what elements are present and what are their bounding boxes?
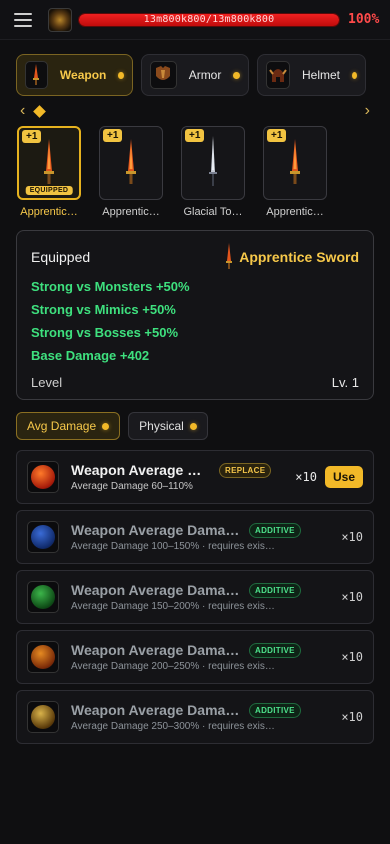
item-name: Glacial To…	[183, 206, 243, 218]
list-item[interactable]: Weapon Average Damage… ADDITIVE Average …	[16, 510, 374, 564]
tab-weapon[interactable]: Weapon	[16, 54, 133, 96]
hp-text: 13m800k800/13m800k800	[143, 14, 275, 25]
orb	[31, 705, 55, 729]
level-label: Level	[31, 375, 63, 390]
item-grid: +1 EQUIPPED Apprentic… +1 Apprentic… +1 …	[0, 126, 390, 218]
item-subtitle: Average Damage 60–110%	[71, 481, 193, 492]
item-count: ×10	[341, 530, 363, 544]
additive-tag: ADDITIVE	[249, 582, 301, 598]
armor-icon	[150, 61, 177, 89]
additive-tag: ADDITIVE	[249, 702, 301, 718]
item-name: Apprentic…	[20, 206, 78, 218]
equipment-tabs: Weapon Armor Helmet	[0, 40, 390, 96]
equipped-item-name: Apprentice Sword	[239, 249, 359, 265]
orb	[31, 465, 55, 489]
tab-label: Weapon	[59, 68, 107, 82]
item-subtitle: Average Damage 100–150% · requires exis…	[71, 541, 275, 552]
item-title: Weapon Average Damage…	[71, 642, 241, 658]
list-item[interactable]: Weapon Average Damage… ADDITIVE Average …	[16, 690, 374, 744]
item-slot[interactable]: +1	[99, 126, 163, 200]
sword-icon	[25, 61, 48, 89]
additive-tag: ADDITIVE	[249, 522, 301, 538]
chevron-left-icon[interactable]: ‹	[20, 103, 25, 119]
replace-tag: REPLACE	[219, 462, 272, 478]
item-count: ×10	[341, 650, 363, 664]
item-subtitle: Average Damage 200–250% · requires exis…	[71, 661, 275, 672]
upgrade-badge: +1	[103, 129, 123, 142]
tab-label: Helmet	[302, 68, 341, 82]
red-orb-icon	[27, 461, 59, 493]
item-title: Weapon Average Damage…	[71, 702, 241, 718]
item-card[interactable]: +1 Apprentic…	[262, 126, 328, 218]
item-count: ×10	[341, 710, 363, 724]
gold-orb-icon	[27, 701, 59, 733]
list-item[interactable]: Weapon Average Da… REPLACE Average Damag…	[16, 450, 374, 504]
filter-physical[interactable]: Physical	[128, 412, 208, 440]
tab-helmet[interactable]: Helmet	[257, 54, 366, 96]
fire-sword-icon	[226, 243, 233, 269]
level-value: Lv. 1	[331, 375, 359, 390]
blue-orb-icon	[27, 521, 59, 553]
notification-dot	[233, 71, 240, 79]
notification-dot	[102, 422, 110, 430]
notification-dot	[352, 71, 357, 79]
avatar[interactable]	[48, 7, 72, 32]
stat-line: Strong vs Bosses +50%	[31, 325, 179, 340]
filter-bar: Avg Damage Physical	[0, 400, 390, 440]
item-count: ×10	[341, 590, 363, 604]
item-title: Weapon Average Da…	[71, 462, 211, 478]
hp-bar: 13m800k800/13m800k800	[78, 12, 340, 27]
equipped-title: Equipped	[31, 249, 91, 265]
item-card[interactable]: +1 EQUIPPED Apprentic…	[16, 126, 82, 218]
orb	[31, 525, 55, 549]
item-name: Apprentic…	[102, 206, 160, 218]
item-pager: ‹ ›	[0, 96, 390, 126]
additive-tag: ADDITIVE	[249, 642, 301, 658]
item-count: ×10	[295, 470, 317, 484]
item-title: Weapon Average Damage…	[71, 582, 241, 598]
item-slot[interactable]: +1 EQUIPPED	[17, 126, 81, 200]
hp-percent: 100%	[348, 12, 380, 27]
filter-avg-damage[interactable]: Avg Damage	[16, 412, 121, 440]
item-card[interactable]: +1 Glacial To…	[180, 126, 246, 218]
item-subtitle: Average Damage 150–200% · requires exis…	[71, 601, 275, 612]
notification-dot	[118, 71, 124, 79]
ice-sword-icon	[209, 136, 217, 186]
equipped-panel: Equipped Apprentice Sword Strong vs Mons…	[16, 230, 374, 400]
equipped-badge: EQUIPPED	[25, 186, 73, 195]
page-indicator-diamond	[33, 104, 47, 118]
orange-orb-icon	[27, 641, 59, 673]
orb	[31, 645, 55, 669]
green-orb-icon	[27, 581, 59, 613]
use-button[interactable]: Use	[324, 466, 363, 488]
upgrade-badge: +1	[185, 129, 205, 142]
item-subtitle: Average Damage 250–300% · requires exis…	[71, 721, 275, 732]
tab-armor[interactable]: Armor	[141, 54, 249, 96]
item-slot[interactable]: +1	[263, 126, 327, 200]
upgrade-badge: +1	[22, 130, 42, 143]
orb	[31, 585, 55, 609]
list-item[interactable]: Weapon Average Damage… ADDITIVE Average …	[16, 570, 374, 624]
enhancement-list: Weapon Average Da… REPLACE Average Damag…	[0, 440, 390, 744]
stat-line: Strong vs Mimics +50%	[31, 302, 176, 317]
list-item[interactable]: Weapon Average Damage… ADDITIVE Average …	[16, 630, 374, 684]
stat-line: Strong vs Monsters +50%	[31, 279, 190, 294]
hamburger-menu-icon[interactable]	[14, 12, 32, 27]
item-title: Weapon Average Damage…	[71, 522, 241, 538]
filter-label: Physical	[139, 419, 184, 433]
fire-sword-icon	[290, 139, 300, 184]
item-slot[interactable]: +1	[181, 126, 245, 200]
notification-dot	[189, 422, 197, 430]
item-name: Apprentic…	[266, 206, 324, 218]
helmet-icon	[266, 61, 290, 89]
top-bar: 13m800k800/13m800k800 100%	[0, 0, 390, 40]
fire-sword-icon	[44, 139, 54, 184]
item-card[interactable]: +1 Apprentic…	[98, 126, 164, 218]
upgrade-badge: +1	[267, 129, 287, 142]
stat-line: Base Damage +402	[31, 348, 150, 363]
tab-label: Armor	[188, 68, 222, 82]
chevron-right-icon[interactable]: ›	[365, 103, 370, 119]
fire-sword-icon	[126, 139, 136, 184]
filter-label: Avg Damage	[27, 419, 97, 433]
